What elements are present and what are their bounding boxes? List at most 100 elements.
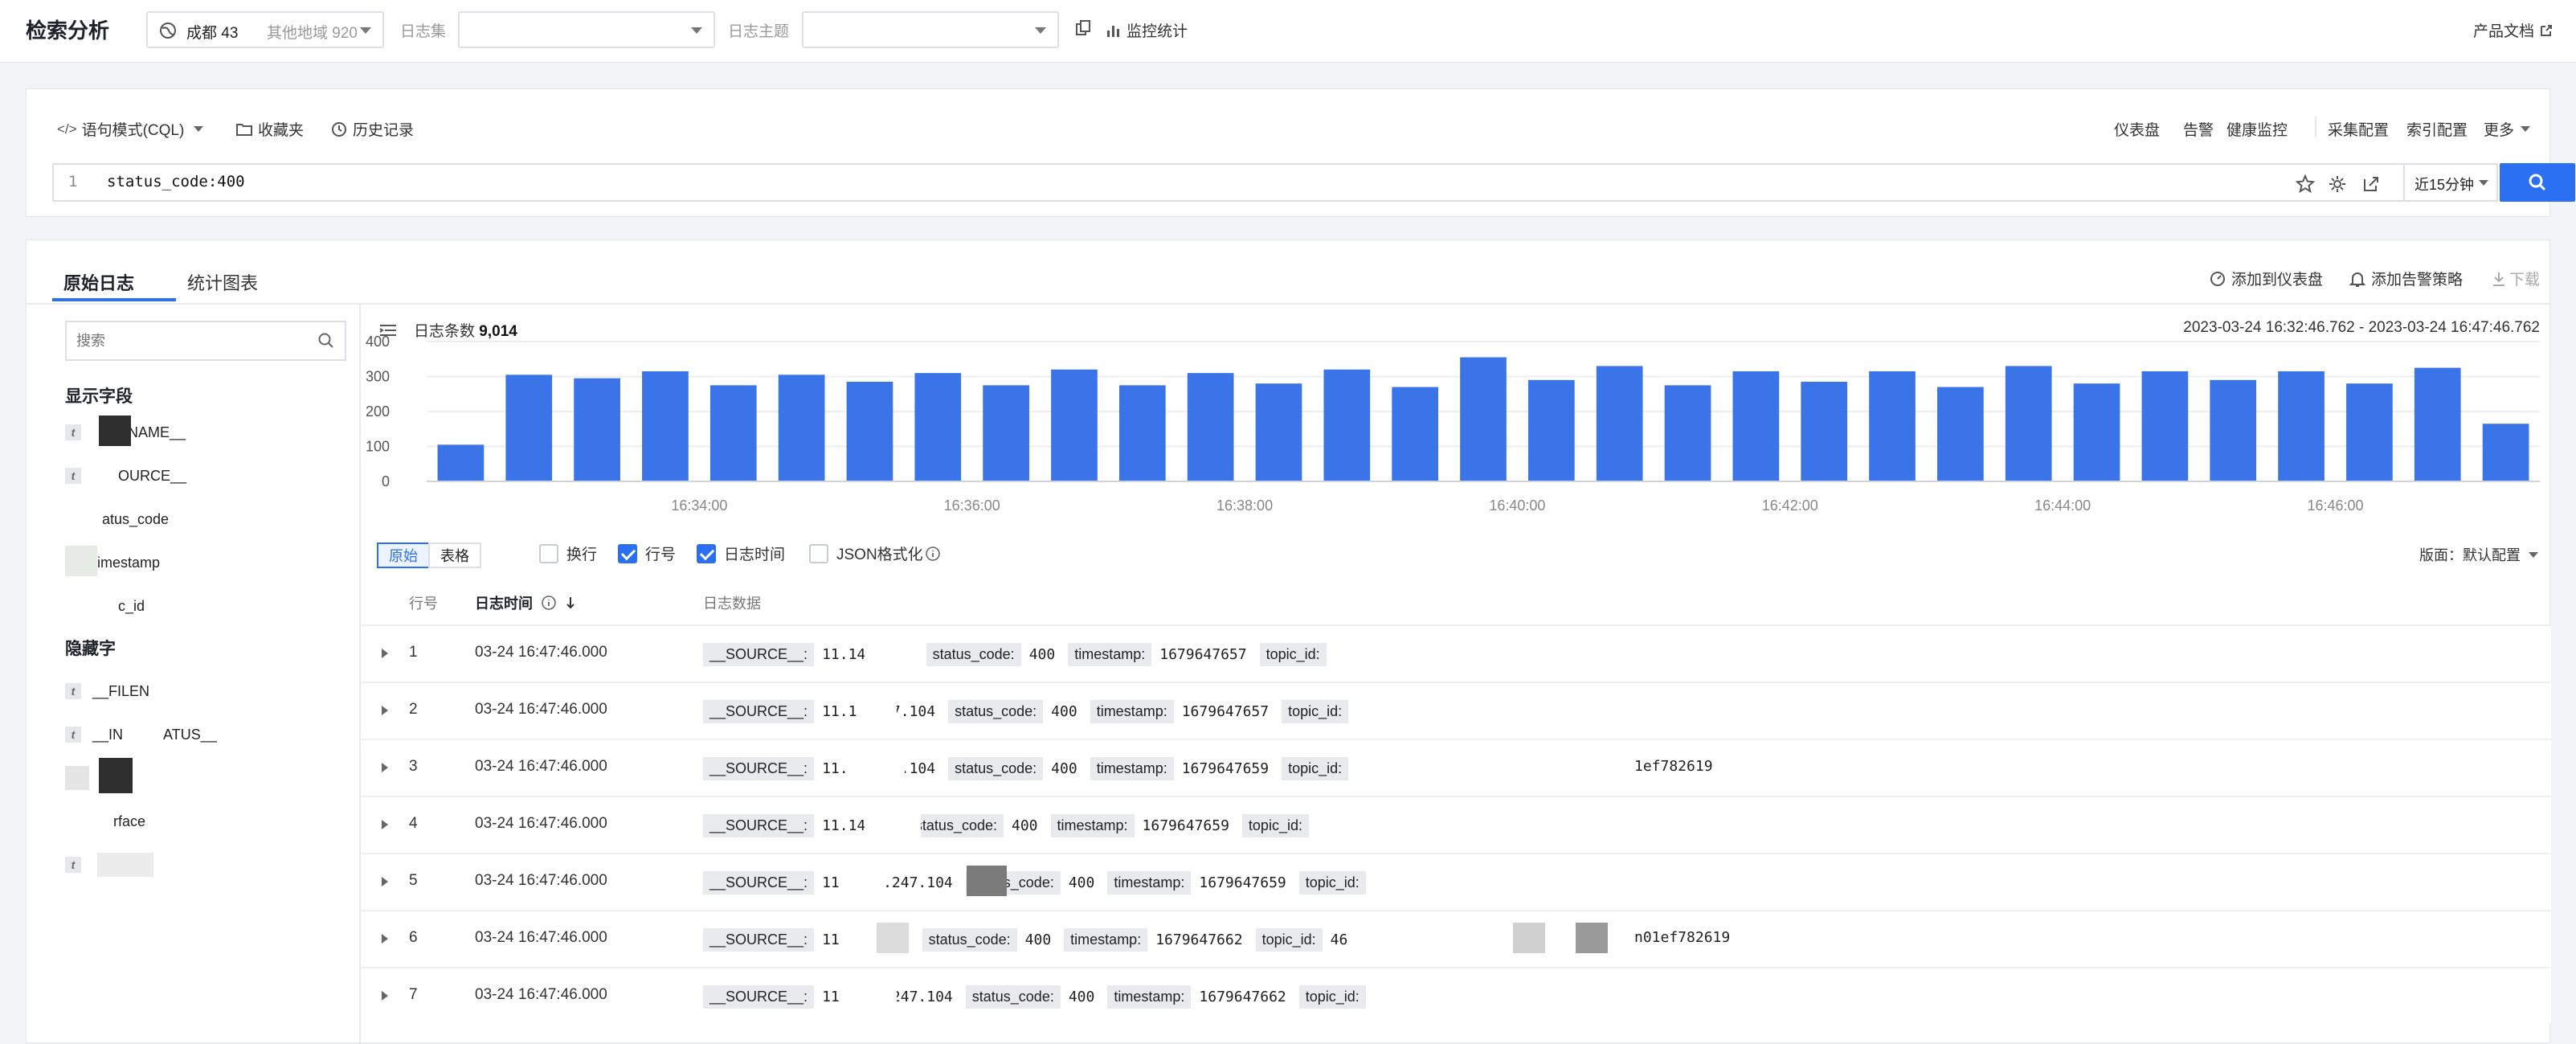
histogram-bar[interactable] xyxy=(846,382,893,481)
histogram-bar[interactable] xyxy=(2210,379,2257,481)
share-icon[interactable] xyxy=(2361,174,2381,194)
field-item[interactable]: atus_code xyxy=(65,507,169,531)
histogram-bar[interactable] xyxy=(437,444,485,481)
tab-raw-logs[interactable]: 原始日志 xyxy=(63,269,134,295)
histogram-bar[interactable] xyxy=(709,385,757,481)
field-key-topic-id[interactable]: topic_id: xyxy=(1255,927,1323,952)
histogram-bar[interactable] xyxy=(1051,369,1098,481)
histogram-bar[interactable] xyxy=(778,375,825,481)
histogram-bar[interactable] xyxy=(1664,385,1711,481)
search-button[interactable] xyxy=(2500,163,2575,202)
histogram-bar[interactable] xyxy=(1392,387,1439,481)
field-key-timestamp[interactable]: timestamp: xyxy=(1064,927,1148,952)
field-item[interactable]: t OURCE__ xyxy=(65,464,186,488)
histogram-bar[interactable] xyxy=(2482,424,2529,481)
field-key-topic-id[interactable]: topic_id: xyxy=(1298,870,1366,895)
json-format-checkbox[interactable]: JSON格式化 xyxy=(809,542,941,564)
histogram-bar[interactable] xyxy=(1323,369,1371,481)
histogram-bar[interactable] xyxy=(1255,383,1302,481)
table-row[interactable]: 4 03-24 16:47:46.000 __SOURCE__: 11.142. sta… xyxy=(361,796,2551,853)
info-icon[interactable] xyxy=(541,595,557,611)
histogram-bar[interactable] xyxy=(1187,373,1234,481)
health-monitor-link[interactable]: 健康监控 xyxy=(2226,118,2288,140)
docs-link[interactable]: 产品文档 xyxy=(2473,19,2554,41)
field-search-input[interactable] xyxy=(75,329,308,353)
histogram-bar[interactable] xyxy=(2073,383,2120,481)
field-key-status-code[interactable]: status_code: xyxy=(948,756,1044,780)
field-item[interactable]: rface xyxy=(65,809,145,833)
log-time-checkbox[interactable]: 日志时间 xyxy=(697,542,785,564)
monitor-link[interactable]: 监控统计 xyxy=(1106,19,1188,41)
add-alarm-policy-button[interactable]: 添加告警策略 xyxy=(2349,268,2463,289)
table-row[interactable]: 103-24 16:47:46.000__SOURCE__:11.142104s… xyxy=(361,624,2551,682)
field-item[interactable]: c_id xyxy=(65,594,145,618)
histogram-bar[interactable] xyxy=(2005,366,2052,481)
line-number-checkbox[interactable]: 行号 xyxy=(618,542,676,564)
view-table-button[interactable]: 表格 xyxy=(428,542,481,568)
query-editor[interactable]: 1 status_code:400 xyxy=(52,163,2302,202)
expand-row-icon[interactable] xyxy=(382,991,388,1001)
field-item[interactable]: t NAME__ xyxy=(65,416,186,446)
histogram-bar[interactable] xyxy=(1596,366,1643,481)
histogram-bar[interactable] xyxy=(1937,387,1984,481)
field-item[interactable]: t __FILEN xyxy=(65,679,149,703)
field-key-source[interactable]: __SOURCE__: xyxy=(703,813,815,837)
region-selector[interactable]: 成都 43 其他地域 920 xyxy=(146,11,384,48)
add-to-dashboard-button[interactable]: 添加到仪表盘 xyxy=(2209,268,2323,289)
field-key-status-code[interactable]: status_code: xyxy=(965,985,1061,1009)
topic-selector[interactable] xyxy=(802,11,1059,48)
field-key-source[interactable]: __SOURCE__: xyxy=(703,927,815,952)
field-key-timestamp[interactable]: timestamp: xyxy=(1107,985,1192,1009)
histogram-bar[interactable] xyxy=(642,371,689,481)
query-text[interactable]: status_code:400 xyxy=(107,173,245,190)
field-item[interactable]: imestamp xyxy=(65,546,160,576)
star-icon[interactable] xyxy=(2296,174,2315,194)
expand-row-icon[interactable] xyxy=(382,820,388,829)
histogram-bar[interactable] xyxy=(1527,379,1575,481)
histogram-bar[interactable] xyxy=(1460,357,1507,481)
field-key-timestamp[interactable]: timestamp: xyxy=(1090,756,1174,780)
query-mode-dropdown[interactable]: </> 语句模式(CQL) xyxy=(57,118,204,140)
field-key-topic-id[interactable]: topic_id: xyxy=(1241,813,1309,837)
field-key-status-code[interactable]: status_code: xyxy=(926,642,1021,666)
sort-desc-icon[interactable] xyxy=(565,596,576,610)
histogram-bar[interactable] xyxy=(2278,371,2325,481)
layout-selector[interactable]: 版面：默认配置 xyxy=(2419,544,2538,565)
field-search-box[interactable] xyxy=(65,321,346,361)
histogram-bar[interactable] xyxy=(1869,371,1916,481)
field-item[interactable]: t __IN ATUS__ xyxy=(65,723,217,747)
table-row[interactable]: 2 03-24 16:47:46.000 __SOURCE__: 11.1 47.104… xyxy=(361,682,2551,739)
field-key-topic-id[interactable]: topic_id: xyxy=(1282,699,1349,723)
field-key-source[interactable]: __SOURCE__: xyxy=(703,642,815,666)
table-row[interactable]: 7 03-24 16:47:46.000 __SOURCE__: 11.247.104… xyxy=(361,967,2551,1024)
history-button[interactable]: 历史记录 xyxy=(330,118,414,140)
field-key-source[interactable]: __SOURCE__: xyxy=(703,756,815,780)
logset-selector[interactable] xyxy=(458,11,715,48)
histogram-bar[interactable] xyxy=(2141,371,2189,481)
field-key-status-code[interactable]: status_code: xyxy=(922,927,1017,952)
collect-config-link[interactable]: 采集配置 xyxy=(2328,118,2389,140)
index-config-link[interactable]: 索引配置 xyxy=(2406,118,2468,140)
expand-row-icon[interactable] xyxy=(382,934,388,944)
histogram-bar[interactable] xyxy=(2414,367,2461,481)
info-icon[interactable] xyxy=(925,546,941,562)
field-key-status-code[interactable]: status_code: xyxy=(948,699,1044,723)
histogram-bar[interactable] xyxy=(1801,382,1848,481)
field-key-topic-id[interactable]: topic_id: xyxy=(1298,985,1366,1009)
col-log-time[interactable]: 日志时间 xyxy=(475,592,576,613)
histogram-bar[interactable] xyxy=(1118,385,1166,481)
histogram-bar[interactable] xyxy=(914,373,962,481)
field-key-timestamp[interactable]: timestamp: xyxy=(1090,699,1174,723)
expand-row-icon[interactable] xyxy=(382,706,388,715)
expand-row-icon[interactable] xyxy=(382,877,388,886)
settings-icon[interactable] xyxy=(2328,174,2347,194)
histogram-bar[interactable] xyxy=(2346,383,2393,481)
favorites-button[interactable]: 收藏夹 xyxy=(235,118,304,140)
alarm-link[interactable]: 告警 xyxy=(2183,118,2214,140)
histogram-bar[interactable] xyxy=(983,385,1029,481)
field-key-timestamp[interactable]: timestamp: xyxy=(1107,870,1192,895)
histogram-bar[interactable] xyxy=(505,375,553,481)
time-range-selector[interactable]: 近15分钟 xyxy=(2403,163,2498,202)
dashboard-link[interactable]: 仪表盘 xyxy=(2114,118,2160,140)
field-key-topic-id[interactable]: topic_id: xyxy=(1259,642,1327,666)
